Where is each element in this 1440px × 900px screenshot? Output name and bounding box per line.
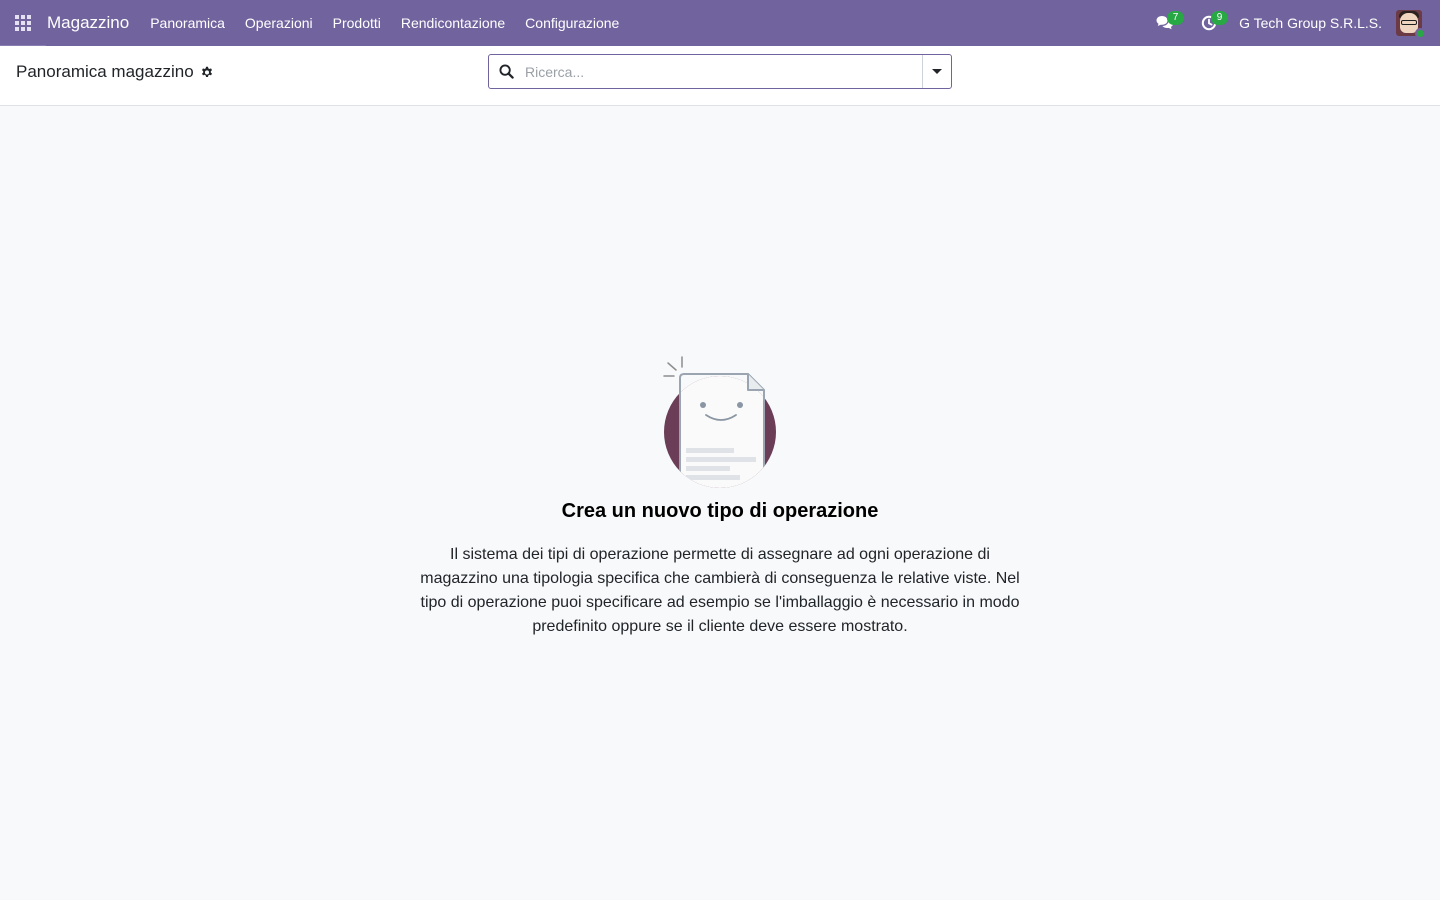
empty-state-description: Il sistema dei tipi di operazione permet…: [420, 546, 1020, 635]
caret-down-icon: [932, 69, 942, 74]
activities-count-badge: 9: [1211, 11, 1229, 25]
menu-item-rendicontazione[interactable]: Rendicontazione: [391, 0, 515, 46]
company-switcher[interactable]: G Tech Group S.R.L.S.: [1239, 15, 1382, 31]
search-input[interactable]: [523, 55, 922, 88]
control-panel: Panoramica magazzino: [0, 46, 1440, 106]
messages-button[interactable]: 7: [1143, 0, 1187, 46]
search-bar: [488, 54, 952, 89]
page-title: Panoramica magazzino: [16, 62, 194, 81]
breadcrumb: Panoramica magazzino: [16, 62, 214, 82]
messages-count-badge: 7: [1167, 11, 1185, 25]
app-name[interactable]: Magazzino: [47, 13, 129, 33]
apps-grid-icon: [15, 15, 31, 31]
menu-item-panoramica[interactable]: Panoramica: [140, 0, 235, 46]
main-navbar: Magazzino Panoramica Operazioni Prodotti…: [0, 0, 1440, 46]
systray: 7 9 G Tech Group S.R.L.S.: [1143, 0, 1440, 46]
activities-button[interactable]: 9: [1187, 0, 1231, 46]
menu-item-prodotti[interactable]: Prodotti: [323, 0, 391, 46]
search-options-toggle[interactable]: [922, 55, 951, 88]
apps-menu-button[interactable]: [0, 0, 46, 46]
empty-state-helper: Crea un nuovo tipo di operazione Il sist…: [0, 106, 1440, 900]
gear-icon[interactable]: [200, 65, 214, 79]
user-avatar[interactable]: [1396, 10, 1426, 39]
menu-item-operazioni[interactable]: Operazioni: [235, 0, 323, 46]
top-menu: Panoramica Operazioni Prodotti Rendicont…: [140, 0, 629, 46]
smiling-document-icon: [663, 356, 776, 488]
search-icon: [489, 55, 523, 88]
online-status-icon: [1415, 28, 1426, 39]
empty-state-title: Crea un nuovo tipo di operazione: [561, 500, 879, 522]
menu-item-configurazione[interactable]: Configurazione: [515, 0, 629, 46]
